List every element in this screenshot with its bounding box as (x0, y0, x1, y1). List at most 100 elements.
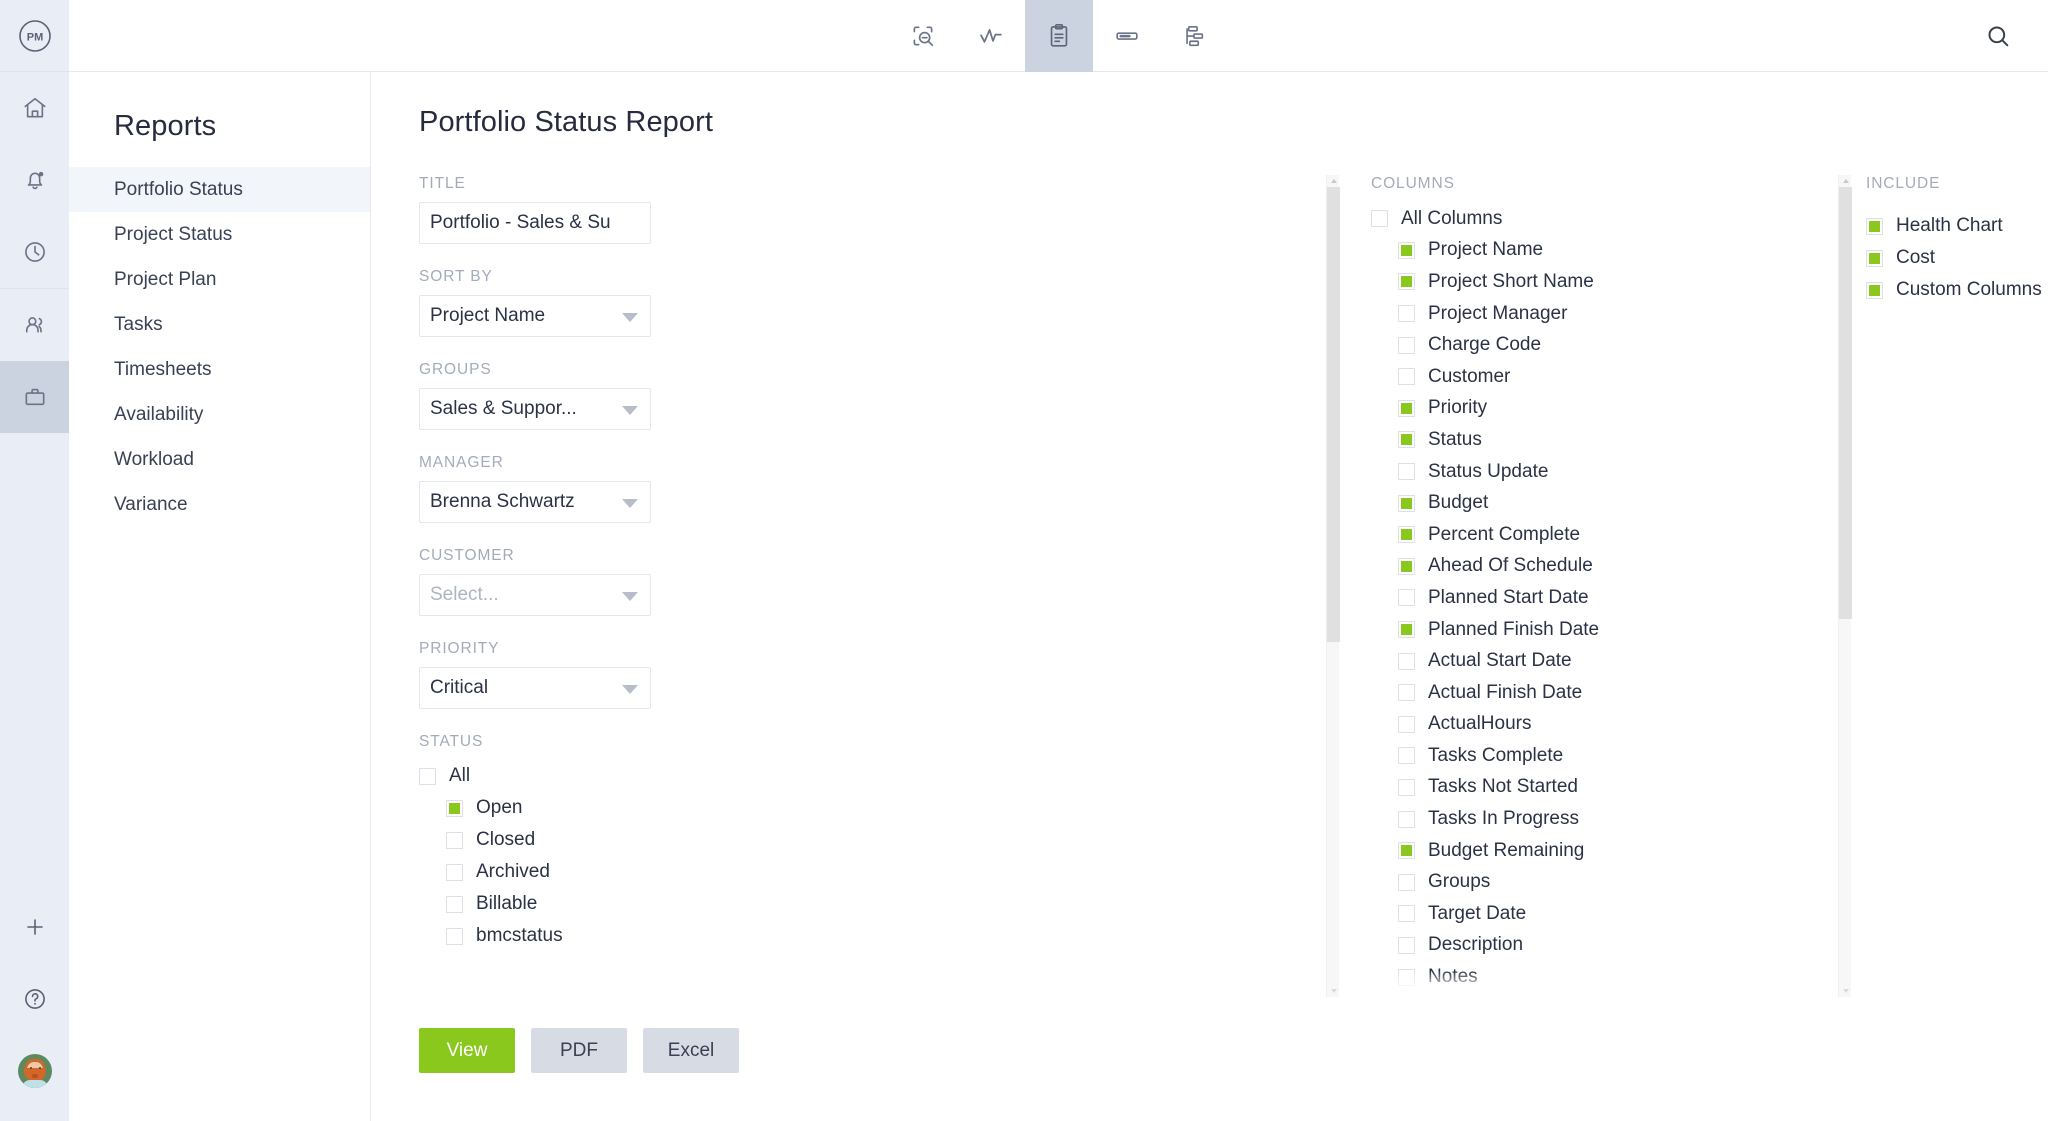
chevron-down-icon (622, 499, 638, 508)
page-title: Portfolio Status Report (419, 106, 714, 138)
scroll-down-arrow-icon[interactable] (1842, 989, 1849, 993)
tab-overview[interactable] (889, 0, 957, 72)
columns-checkbox-budget-remaining[interactable]: Budget Remaining (1371, 835, 1811, 867)
activity-pulse-icon (979, 28, 1002, 43)
manager-select[interactable]: Brenna Schwartz (419, 481, 651, 523)
include-checkbox-custom-columns[interactable]: Custom Columns (1866, 274, 2048, 306)
columns-checkbox-percent-complete[interactable]: Percent Complete (1371, 519, 1811, 551)
columns-checkbox-status-update[interactable]: Status Update (1371, 456, 1811, 488)
avatar (17, 1054, 52, 1088)
columns-checkbox-target-date[interactable]: Target Date (1371, 898, 1811, 930)
columns-checkbox-project-manager[interactable]: Project Manager (1371, 298, 1811, 330)
customer-select[interactable]: Select... (419, 574, 651, 616)
columns-checkbox-description[interactable]: Description (1371, 930, 1811, 962)
sidebar-item-tasks[interactable]: Tasks (69, 302, 370, 347)
sidebar-item-home[interactable] (0, 72, 69, 144)
groups-select[interactable]: Sales & Suppor... (419, 388, 651, 430)
status-checkbox-closed[interactable]: Closed (419, 824, 979, 856)
columns-option-label: Customer (1428, 365, 1511, 387)
main-content: Portfolio Status Report Title Sort By Pr… (371, 0, 2048, 1121)
status-checkbox-billable[interactable]: Billable (419, 888, 979, 920)
add-button[interactable] (0, 891, 69, 963)
home-icon (23, 97, 46, 118)
columns-checkbox-status[interactable]: Status (1371, 424, 1811, 456)
tab-reports[interactable] (1024, 0, 1093, 72)
app-logo[interactable]: PM (0, 0, 69, 72)
include-label: Include (1866, 175, 1941, 192)
columns-checkbox-actual-finish-date[interactable]: Actual Finish Date (1371, 677, 1811, 709)
title-input[interactable] (430, 212, 640, 234)
scroll-up-arrow-icon[interactable] (1330, 179, 1337, 183)
scroll-down-arrow-icon[interactable] (1330, 989, 1337, 993)
sort-by-select[interactable]: Project Name (419, 295, 651, 337)
columns-checkbox-charge-code[interactable]: Charge Code (1371, 329, 1811, 361)
scrollbar-thumb[interactable] (1839, 187, 1852, 619)
status-checkbox-archived[interactable]: Archived (419, 856, 979, 888)
checkbox-box (1398, 873, 1415, 891)
sidebar-item-team[interactable] (0, 289, 69, 361)
title-label: Title (419, 175, 466, 192)
view-button[interactable]: View (419, 1028, 515, 1073)
checkbox-box (1398, 463, 1415, 481)
columns-checkbox-notes[interactable]: Notes (1371, 961, 1811, 993)
options-scrollbar[interactable] (1326, 175, 1340, 997)
columns-option-label: Budget (1428, 492, 1489, 514)
columns-checkbox-priority[interactable]: Priority (1371, 393, 1811, 425)
columns-checkbox-planned-finish-date[interactable]: Planned Finish Date (1371, 614, 1811, 646)
sidebar-item-project-status[interactable]: Project Status (69, 212, 370, 257)
sidebar-item-projects[interactable] (0, 361, 69, 433)
sidebar-item-timesheets[interactable]: Timesheets (69, 347, 370, 392)
excel-button[interactable]: Excel (643, 1028, 739, 1073)
columns-checkbox-budget[interactable]: Budget (1371, 487, 1811, 519)
tab-board[interactable] (1093, 0, 1161, 72)
columns-checkbox-all[interactable]: All Columns (1371, 203, 1811, 235)
sidebar-item-notifications[interactable] (0, 144, 69, 216)
columns-checkbox-tasks-complete[interactable]: Tasks Complete (1371, 740, 1811, 772)
help-button[interactable] (0, 963, 69, 1035)
columns-option-label: Project Short Name (1428, 270, 1594, 292)
sidebar-item-workload[interactable]: Workload (69, 437, 370, 482)
hierarchy-icon (1185, 25, 1203, 46)
sidebar-item-variance[interactable]: Variance (69, 482, 370, 527)
columns-checkbox-customer[interactable]: Customer (1371, 361, 1811, 393)
status-checkbox-open[interactable]: Open (419, 792, 979, 824)
field-manager: Manager Brenna Schwartz (419, 454, 979, 523)
columns-checkbox-tasks-in-progress[interactable]: Tasks In Progress (1371, 803, 1811, 835)
tab-structure[interactable] (1161, 0, 1229, 72)
title-input-wrap[interactable] (419, 202, 651, 244)
sidebar-item-project-plan[interactable]: Project Plan (69, 257, 370, 302)
columns-checkbox-actualhours[interactable]: ActualHours (1371, 709, 1811, 741)
columns-checkbox-project-short-name[interactable]: Project Short Name (1371, 266, 1811, 298)
include-checkbox-cost[interactable]: Cost (1866, 242, 2048, 274)
columns-scrollbar[interactable] (1838, 175, 1852, 997)
status-checkbox-all[interactable]: All (419, 760, 979, 792)
columns-checkbox-project-name[interactable]: Project Name (1371, 235, 1811, 267)
sort-by-value: Project Name (430, 305, 546, 326)
columns-checkbox-groups[interactable]: Groups (1371, 866, 1811, 898)
columns-checkbox-ahead-of-schedule[interactable]: Ahead Of Schedule (1371, 551, 1811, 583)
sidebar-item-label: Project Plan (114, 268, 217, 290)
columns-checkbox-actual-start-date[interactable]: Actual Start Date (1371, 645, 1811, 677)
columns-column: Columns All Columns Project Name Project… (1371, 175, 1811, 997)
include-checkbox-health-chart[interactable]: Health Chart (1866, 210, 2048, 242)
columns-checkbox-planned-start-date[interactable]: Planned Start Date (1371, 582, 1811, 614)
user-profile-button[interactable] (0, 1035, 69, 1107)
checkbox-box (1398, 778, 1415, 796)
priority-select[interactable]: Critical (419, 667, 651, 709)
include-option-label: Custom Columns (1896, 279, 2042, 300)
sidebar-item-time[interactable] (0, 216, 69, 288)
clipboard-icon (1050, 23, 1067, 47)
checkbox-box (1398, 968, 1415, 986)
columns-checkbox-tasks-not-started[interactable]: Tasks Not Started (1371, 772, 1811, 804)
app-icon-rail: PM (0, 0, 69, 1121)
pdf-button[interactable]: PDF (531, 1028, 627, 1073)
include-option-label: Cost (1896, 247, 1936, 268)
scrollbar-thumb[interactable] (1327, 187, 1340, 642)
tab-activity[interactable] (957, 0, 1025, 72)
sidebar-item-availability[interactable]: Availability (69, 392, 370, 437)
sidebar-item-portfolio-status[interactable]: Portfolio Status (69, 167, 370, 212)
status-checkbox-bmcstatus[interactable]: bmcstatus (419, 920, 979, 952)
search-button[interactable] (1970, 0, 2026, 72)
scroll-up-arrow-icon[interactable] (1842, 179, 1849, 183)
sidebar-item-label: Timesheets (114, 358, 212, 380)
